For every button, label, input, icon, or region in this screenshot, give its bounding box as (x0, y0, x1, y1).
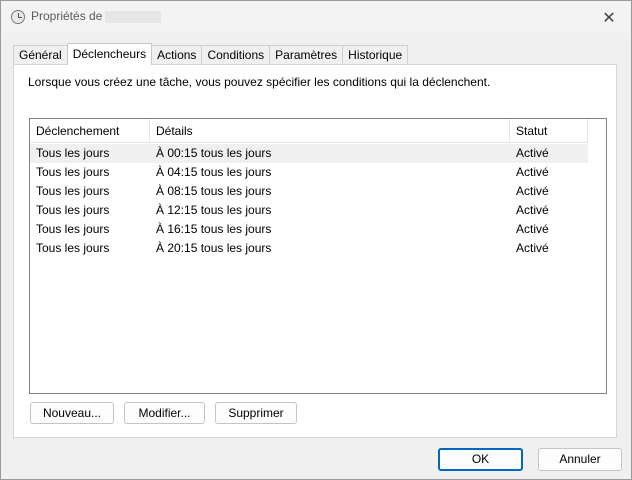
cell-details: À 04:15 tous les jours (156, 165, 272, 179)
cell-status: Activé (516, 146, 549, 160)
cell-details: À 12:15 tous les jours (156, 203, 272, 217)
panel-description: Lorsque vous créez une tâche, vous pouve… (28, 75, 491, 89)
list-scrollbar[interactable] (588, 119, 606, 393)
list-header: Déclenchement Détails Statut (30, 119, 588, 143)
title-bar[interactable]: Propriétés de ✕ (1, 1, 631, 33)
cell-details: À 20:15 tous les jours (156, 241, 272, 255)
delete-trigger-button[interactable]: Supprimer (215, 402, 297, 424)
cell-trigger: Tous les jours (36, 241, 110, 255)
cancel-button[interactable]: Annuler (538, 448, 622, 471)
table-row[interactable]: Tous les jours À 00:15 tous les jours Ac… (30, 144, 588, 163)
cell-trigger: Tous les jours (36, 146, 110, 160)
redacted-task-name (105, 11, 161, 23)
triggers-list[interactable]: Déclenchement Détails Statut Tous les jo… (29, 118, 607, 394)
cell-status: Activé (516, 222, 549, 236)
new-trigger-button[interactable]: Nouveau... (30, 402, 114, 424)
cell-details: À 08:15 tous les jours (156, 184, 272, 198)
tab-history[interactable]: Historique (342, 45, 409, 65)
window-title: Propriétés de (31, 9, 103, 23)
ok-button[interactable]: OK (438, 448, 523, 471)
column-header-status[interactable]: Statut (510, 119, 588, 143)
table-row[interactable]: Tous les jours À 04:15 tous les jours Ac… (30, 163, 588, 182)
cell-trigger: Tous les jours (36, 222, 110, 236)
cell-status: Activé (516, 165, 549, 179)
cell-trigger: Tous les jours (36, 165, 110, 179)
cell-status: Activé (516, 184, 549, 198)
cell-trigger: Tous les jours (36, 184, 110, 198)
column-header-details[interactable]: Détails (150, 119, 510, 143)
tab-conditions[interactable]: Conditions (201, 45, 271, 65)
cell-details: À 16:15 tous les jours (156, 222, 272, 236)
column-header-trigger[interactable]: Déclenchement (30, 119, 150, 143)
tab-triggers[interactable]: Déclencheurs (66, 43, 153, 65)
tab-general[interactable]: Général (13, 45, 68, 65)
tab-settings[interactable]: Paramètres (269, 45, 344, 65)
clock-icon (11, 10, 25, 24)
triggers-panel: Lorsque vous créez une tâche, vous pouve… (13, 64, 617, 438)
close-button[interactable]: ✕ (587, 1, 631, 33)
tab-strip: Général Déclencheurs Actions Conditions … (13, 43, 409, 65)
table-row[interactable]: Tous les jours À 12:15 tous les jours Ac… (30, 201, 588, 220)
close-icon: ✕ (602, 7, 616, 27)
cell-status: Activé (516, 241, 549, 255)
cell-status: Activé (516, 203, 549, 217)
table-row[interactable]: Tous les jours À 16:15 tous les jours Ac… (30, 220, 588, 239)
edit-trigger-button[interactable]: Modifier... (124, 402, 205, 424)
tab-actions[interactable]: Actions (151, 45, 203, 65)
table-row[interactable]: Tous les jours À 08:15 tous les jours Ac… (30, 182, 588, 201)
table-row[interactable]: Tous les jours À 20:15 tous les jours Ac… (30, 239, 588, 258)
cell-details: À 00:15 tous les jours (156, 146, 272, 160)
cell-trigger: Tous les jours (36, 203, 110, 217)
task-properties-dialog: Propriétés de ✕ Général Déclencheurs Act… (0, 0, 632, 480)
